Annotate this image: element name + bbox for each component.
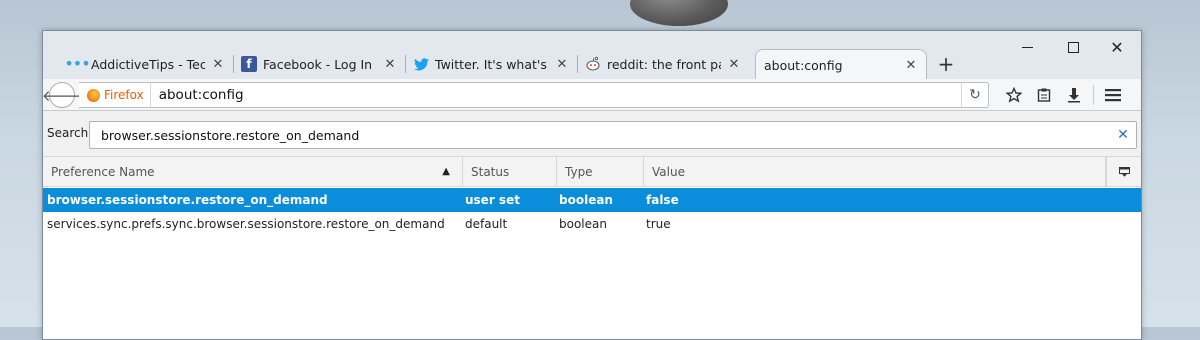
column-preference-name[interactable]: Preference Name ▲ <box>43 157 463 187</box>
column-picker-button[interactable] <box>1106 157 1141 187</box>
column-label: Preference Name <box>51 165 155 179</box>
table-row[interactable]: services.sync.prefs.sync.browser.session… <box>43 212 1141 236</box>
clipboard-icon <box>1037 88 1051 102</box>
column-label: Type <box>565 165 593 179</box>
reddit-icon <box>585 56 601 72</box>
tab-label: AddictiveTips - Tec... <box>91 56 205 72</box>
tab-label: Twitter. It's what's ... <box>435 56 549 72</box>
tab-close-icon[interactable]: ✕ <box>383 57 397 72</box>
table-header: Preference Name ▲ Status Type Value <box>43 157 1141 187</box>
star-icon <box>1006 87 1022 103</box>
reload-button[interactable]: ↻ <box>961 83 988 107</box>
desktop-wallpaper-stone <box>630 0 728 26</box>
table-row[interactable]: browser.sessionstore.restore_on_demand u… <box>43 188 1141 212</box>
pref-name: browser.sessionstore.restore_on_demand <box>47 193 328 207</box>
tab-reddit[interactable]: reddit: the front pa... ✕ <box>577 49 749 79</box>
titlebar: ••• AddictiveTips - Tec... ✕ f Facebook … <box>43 31 1141 80</box>
back-arrow-icon: 🡐 <box>41 86 83 105</box>
minimize-icon <box>1021 46 1033 48</box>
toolbar-icons <box>999 82 1128 108</box>
pref-name: services.sync.prefs.sync.browser.session… <box>47 217 445 231</box>
pref-status: user set <box>465 193 520 207</box>
plus-icon: + <box>937 52 955 76</box>
bookmarks-menu-button[interactable] <box>1029 82 1059 108</box>
url-text[interactable]: about:config <box>151 87 961 103</box>
identity-label: Firefox <box>104 88 144 102</box>
column-type[interactable]: Type <box>557 157 644 187</box>
column-label: Value <box>652 165 685 179</box>
bookmark-star-button[interactable] <box>999 82 1029 108</box>
clear-search-icon[interactable]: ✕ <box>1110 127 1136 143</box>
tab-label: about:config <box>764 57 843 73</box>
maximize-icon <box>1067 41 1079 53</box>
reload-icon: ↻ <box>969 87 981 103</box>
tab-twitter[interactable]: Twitter. It's what's ... ✕ <box>405 49 577 79</box>
tab-addictivetips[interactable]: ••• AddictiveTips - Tec... ✕ <box>61 49 233 79</box>
identity-box[interactable]: Firefox <box>79 83 151 107</box>
close-window-button[interactable]: ✕ <box>1097 35 1137 59</box>
facebook-icon: f <box>241 56 257 72</box>
tab-close-icon[interactable]: ✕ <box>904 58 918 73</box>
pref-type: boolean <box>559 217 607 231</box>
sort-ascending-icon: ▲ <box>442 166 450 177</box>
firefox-logo-icon <box>87 88 100 102</box>
tab-label: Facebook - Log In ... <box>263 56 377 72</box>
pref-value: false <box>646 193 679 207</box>
pref-value: true <box>646 217 671 231</box>
toolbar-separator <box>1093 85 1094 105</box>
pref-type: boolean <box>559 193 613 207</box>
downloads-button[interactable] <box>1059 82 1089 108</box>
tab-facebook[interactable]: f Facebook - Log In ... ✕ <box>233 49 405 79</box>
minimize-button[interactable] <box>1007 35 1047 59</box>
pref-status: default <box>465 217 508 231</box>
tab-close-icon[interactable]: ✕ <box>211 57 225 72</box>
tab-close-icon[interactable]: ✕ <box>555 57 569 72</box>
column-label: Status <box>471 165 510 179</box>
url-bar[interactable]: Firefox about:config ↻ <box>79 82 989 108</box>
search-label: Search: <box>47 126 93 140</box>
download-arrow-icon <box>1068 88 1080 103</box>
navigation-toolbar: 🡐 Firefox about:config ↻ <box>42 79 1141 111</box>
new-tab-button[interactable]: + <box>931 49 961 79</box>
browser-window: ••• AddictiveTips - Tec... ✕ f Facebook … <box>42 30 1142 340</box>
tab-label: reddit: the front pa... <box>607 56 721 72</box>
column-value[interactable]: Value <box>644 157 1106 187</box>
maximize-button[interactable] <box>1053 35 1093 59</box>
column-picker-icon <box>1118 167 1130 177</box>
close-icon: ✕ <box>1110 37 1124 57</box>
tab-about-config[interactable]: about:config ✕ <box>755 49 927 80</box>
tab-close-icon[interactable]: ✕ <box>727 57 741 72</box>
tab-strip: ••• AddictiveTips - Tec... ✕ f Facebook … <box>61 49 961 80</box>
config-search-row: Search: browser.sessionstore.restore_on_… <box>43 111 1141 157</box>
search-input[interactable]: browser.sessionstore.restore_on_demand ✕ <box>89 121 1137 149</box>
hamburger-icon <box>1105 89 1121 102</box>
menu-button[interactable] <box>1098 82 1128 108</box>
back-button[interactable]: 🡐 <box>42 82 82 108</box>
column-status[interactable]: Status <box>463 157 557 187</box>
addictivetips-icon: ••• <box>64 54 90 73</box>
search-value[interactable]: browser.sessionstore.restore_on_demand <box>101 128 1110 143</box>
twitter-icon <box>413 56 429 72</box>
